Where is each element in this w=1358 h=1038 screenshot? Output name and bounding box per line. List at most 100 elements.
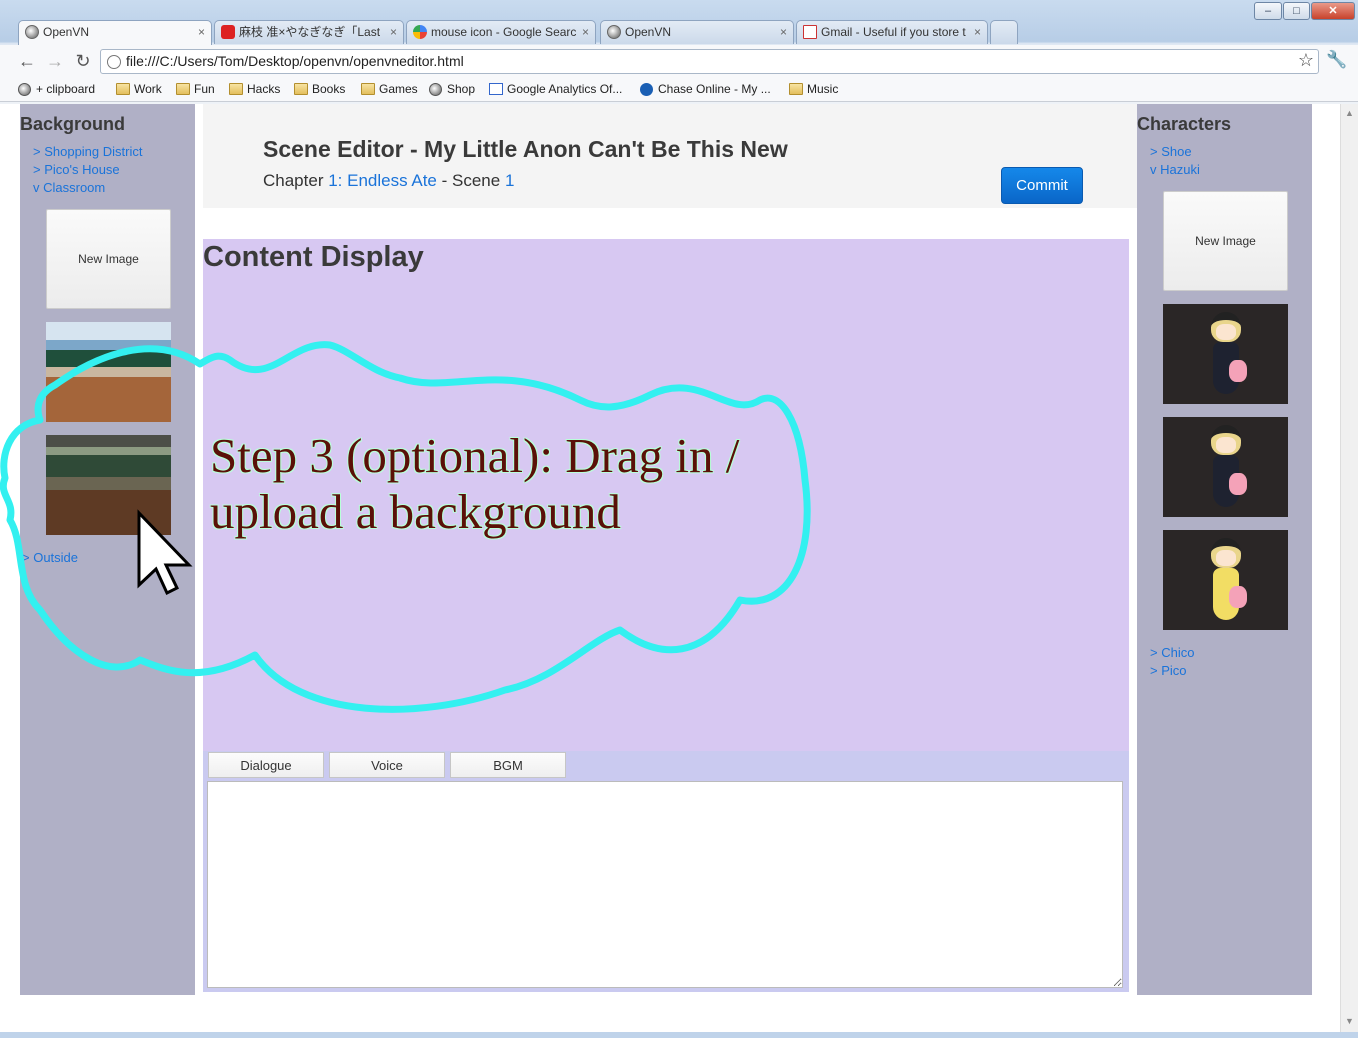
bookmark-games[interactable]: Games bbox=[361, 82, 418, 96]
bookmark-label: Music bbox=[807, 82, 839, 96]
gmail-icon bbox=[803, 25, 817, 39]
tab-gmail[interactable]: Gmail - Useful if you store t × bbox=[796, 20, 988, 44]
folder-icon bbox=[361, 83, 375, 95]
sidebar-item-classroom[interactable]: v Classroom bbox=[33, 180, 105, 195]
new-image-button[interactable]: New Image bbox=[46, 209, 171, 309]
chapter-link[interactable]: 1: Endless Ate bbox=[328, 171, 437, 190]
editor-tab-bar: Dialogue Voice BGM bbox=[203, 751, 1129, 779]
new-image-button[interactable]: New Image bbox=[1163, 191, 1288, 291]
tab-bgm[interactable]: BGM bbox=[450, 752, 566, 778]
background-thumbnail[interactable] bbox=[46, 435, 171, 535]
sidebar-item-outside[interactable]: > Outside bbox=[22, 550, 78, 565]
page-icon bbox=[107, 55, 121, 69]
globe-icon bbox=[18, 83, 31, 96]
globe-icon bbox=[429, 83, 442, 96]
sidebar-item-hazuki[interactable]: v Hazuki bbox=[1150, 162, 1200, 177]
scroll-down-icon[interactable]: ▼ bbox=[1345, 1016, 1354, 1026]
address-bar[interactable]: file:///C:/Users/Tom/Desktop/openvn/open… bbox=[100, 49, 1319, 74]
background-thumbnail[interactable] bbox=[46, 322, 171, 422]
tab-youtube[interactable]: 麻枝 准×やなぎなぎ「Last S × bbox=[214, 20, 404, 44]
bookmark-label: Fun bbox=[194, 82, 215, 96]
bookmark-label: Hacks bbox=[247, 82, 281, 96]
character-portrait[interactable] bbox=[1163, 530, 1288, 630]
character-sprite bbox=[1203, 425, 1249, 511]
dialogue-textarea[interactable] bbox=[207, 781, 1123, 988]
folder-icon bbox=[116, 83, 130, 95]
google-icon bbox=[413, 25, 427, 39]
url-text: file:///C:/Users/Tom/Desktop/openvn/open… bbox=[126, 53, 464, 69]
tab-google-search[interactable]: mouse icon - Google Search × bbox=[406, 20, 596, 44]
minimize-button[interactable]: – bbox=[1254, 2, 1282, 20]
new-tab-button[interactable] bbox=[990, 20, 1018, 44]
bookmark-star-icon[interactable]: ☆ bbox=[1298, 50, 1314, 71]
character-sprite bbox=[1203, 538, 1249, 624]
sidebar-title: Characters bbox=[1137, 114, 1232, 134]
scene-link[interactable]: 1 bbox=[505, 171, 514, 190]
tab-title: Gmail - Useful if you store t bbox=[821, 25, 966, 39]
bookmark-label: Work bbox=[134, 82, 162, 96]
bookmark-books[interactable]: Books bbox=[294, 82, 345, 96]
tab-title: OpenVN bbox=[43, 25, 90, 39]
bookmarks-bar: + clipboard Work Fun Hacks Books Games S… bbox=[0, 78, 1358, 102]
bookmark-music[interactable]: Music bbox=[789, 82, 838, 96]
commit-button[interactable]: Commit bbox=[1001, 167, 1083, 204]
scroll-up-icon[interactable]: ▲ bbox=[1345, 108, 1354, 118]
scene-breadcrumb: Chapter 1: Endless Ate - Scene 1 bbox=[263, 171, 514, 191]
character-sprite bbox=[1203, 312, 1249, 398]
youtube-icon bbox=[221, 25, 235, 39]
characters-sidebar: Characters > Shoe v Hazuki New Image > C… bbox=[1137, 104, 1312, 995]
content-display-title: Content Display bbox=[203, 241, 424, 273]
chart-icon bbox=[489, 83, 503, 95]
bookmark-label: + clipboard bbox=[36, 82, 96, 96]
forward-arrow-icon[interactable]: → bbox=[44, 50, 66, 72]
page-title: Scene Editor - My Little Anon Can't Be T… bbox=[263, 136, 788, 162]
vertical-scrollbar[interactable]: ▲ ▼ bbox=[1340, 104, 1358, 1032]
bookmark-fun[interactable]: Fun bbox=[176, 82, 215, 96]
bookmark-google-analytics[interactable]: Google Analytics Of... bbox=[489, 82, 622, 96]
bookmark-label: Games bbox=[379, 82, 418, 96]
close-icon[interactable]: × bbox=[780, 21, 787, 43]
folder-icon bbox=[176, 83, 190, 95]
sidebar-item-shopping-district[interactable]: > Shopping District bbox=[33, 144, 142, 159]
content-display[interactable]: Content Display bbox=[203, 239, 1129, 751]
folder-icon bbox=[294, 83, 308, 95]
character-portrait[interactable] bbox=[1163, 417, 1288, 517]
sidebar-title: Background bbox=[20, 114, 126, 134]
maximize-button[interactable]: □ bbox=[1283, 2, 1310, 20]
scene-prefix: - Scene bbox=[436, 171, 505, 190]
reload-icon[interactable]: ↻ bbox=[72, 50, 94, 72]
bookmark-shop[interactable]: Shop bbox=[429, 82, 475, 96]
bookmark-hacks[interactable]: Hacks bbox=[229, 82, 280, 96]
close-icon[interactable]: × bbox=[390, 21, 397, 43]
sidebar-item-picos-house[interactable]: > Pico's House bbox=[33, 162, 120, 177]
bookmark-label: Chase Online - My ... bbox=[658, 82, 771, 96]
bookmark-label: Google Analytics Of... bbox=[507, 82, 623, 96]
close-window-button[interactable]: ✕ bbox=[1311, 2, 1355, 20]
close-icon[interactable]: × bbox=[198, 21, 205, 43]
editor-container bbox=[203, 779, 1129, 992]
back-arrow-icon[interactable]: ← bbox=[16, 50, 38, 72]
bookmark-chase[interactable]: Chase Online - My ... bbox=[640, 82, 771, 96]
tab-voice[interactable]: Voice bbox=[329, 752, 445, 778]
bookmark-label: Books bbox=[312, 82, 346, 96]
tab-title: 麻枝 准×やなぎなぎ「Last S bbox=[239, 25, 384, 39]
character-portrait[interactable] bbox=[1163, 304, 1288, 404]
close-icon[interactable]: × bbox=[582, 21, 589, 43]
bookmark-label: Shop bbox=[447, 82, 476, 96]
tab-dialogue[interactable]: Dialogue bbox=[208, 752, 324, 778]
sidebar-item-chico[interactable]: > Chico bbox=[1150, 645, 1194, 660]
folder-icon bbox=[789, 83, 803, 95]
tab-openvn[interactable]: OpenVN × bbox=[18, 20, 212, 45]
chapter-prefix: Chapter bbox=[263, 171, 329, 190]
wrench-icon[interactable]: 🔧 bbox=[1326, 50, 1347, 70]
sidebar-item-shoe[interactable]: > Shoe bbox=[1150, 144, 1192, 159]
background-sidebar: Background > Shopping District > Pico's … bbox=[20, 104, 195, 995]
bookmark-clipboard[interactable]: + clipboard bbox=[18, 82, 95, 96]
close-icon[interactable]: × bbox=[974, 21, 981, 43]
bookmark-work[interactable]: Work bbox=[116, 82, 162, 96]
browser-toolbar: ← → ↻ file:///C:/Users/Tom/Desktop/openv… bbox=[0, 45, 1358, 78]
globe-icon bbox=[607, 25, 621, 39]
scene-header: Scene Editor - My Little Anon Can't Be T… bbox=[203, 104, 1137, 208]
tab-openvn-2[interactable]: OpenVN × bbox=[600, 20, 794, 44]
sidebar-item-pico[interactable]: > Pico bbox=[1150, 663, 1187, 678]
